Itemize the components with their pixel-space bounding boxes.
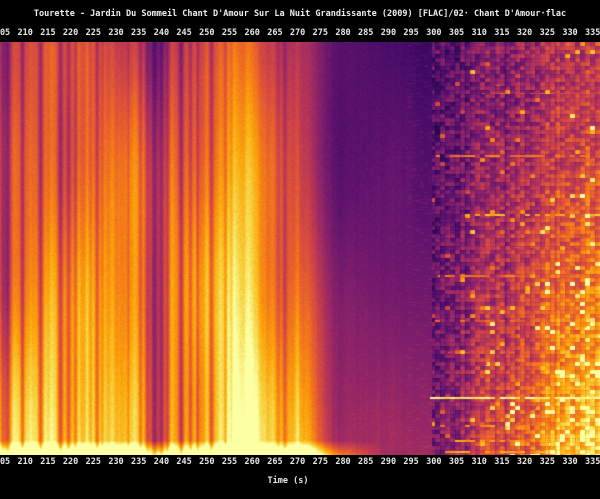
time-tick-label: 265 [267, 457, 282, 468]
time-tick-label: 305 [449, 28, 464, 39]
time-tick-label: 220 [63, 28, 78, 39]
time-tick-label: 270 [290, 28, 305, 39]
time-tick-label: 255 [222, 457, 237, 468]
time-tick-label: 245 [176, 28, 191, 39]
time-axis-top: 205 210 215 220 225 230 235 240 245 250 255 260 265 2… [0, 28, 600, 39]
time-tick-label: 330 [562, 457, 577, 468]
time-tick-label: 285 [358, 28, 373, 39]
time-tick-label: 275 [313, 28, 328, 39]
time-tick-label: 320 [517, 457, 532, 468]
time-tick-label: 205 [0, 28, 10, 39]
time-tick-label: 315 [494, 457, 509, 468]
time-tick-label: 300 [426, 457, 441, 468]
time-tick-label: 220 [63, 457, 78, 468]
time-tick-label: 325 [540, 28, 555, 39]
time-tick-label: 320 [517, 28, 532, 39]
time-tick-label: 250 [199, 28, 214, 39]
time-tick-label: 210 [18, 457, 33, 468]
time-tick-label: 250 [199, 457, 214, 468]
time-tick-label: 260 [245, 28, 260, 39]
time-tick-label: 240 [154, 457, 169, 468]
time-tick-label: 275 [313, 457, 328, 468]
time-tick-label: 215 [40, 28, 55, 39]
spectrogram-window: Tourette - Jardin Du Sommeil Chant D'Amo… [0, 0, 600, 499]
time-tick-label: 335 [585, 28, 600, 39]
time-tick-label: 215 [40, 457, 55, 468]
time-tick-label: 335 [585, 457, 600, 468]
time-tick-label: 235 [131, 457, 146, 468]
time-tick-label: 205 [0, 457, 10, 468]
time-tick-label: 280 [335, 28, 350, 39]
time-tick-label: 300 [426, 28, 441, 39]
time-tick-label: 240 [154, 28, 169, 39]
time-tick-label: 225 [86, 457, 101, 468]
time-tick-label: 290 [381, 28, 396, 39]
time-tick-label: 330 [562, 28, 577, 39]
time-tick-label: 245 [176, 457, 191, 468]
time-tick-label: 310 [472, 28, 487, 39]
time-tick-label: 325 [540, 457, 555, 468]
time-tick-label: 260 [245, 457, 260, 468]
time-tick-label: 255 [222, 28, 237, 39]
time-tick-label: 315 [494, 28, 509, 39]
time-tick-label: 265 [267, 28, 282, 39]
time-tick-label: 295 [403, 28, 418, 39]
time-tick-label: 210 [18, 28, 33, 39]
time-tick-label: 310 [472, 457, 487, 468]
time-tick-label: 270 [290, 457, 305, 468]
time-axis-bottom: 205 210 215 220 225 230 235 240 245 250 255 260 265 2… [0, 457, 600, 468]
window-title: Tourette - Jardin Du Sommeil Chant D'Amo… [0, 8, 600, 20]
time-tick-label: 230 [108, 457, 123, 468]
time-tick-label: 225 [86, 28, 101, 39]
time-tick-label: 230 [108, 28, 123, 39]
spectrogram-canvas [0, 42, 600, 455]
time-tick-label: 295 [403, 457, 418, 468]
time-tick-label: 305 [449, 457, 464, 468]
time-tick-label: 280 [335, 457, 350, 468]
time-tick-label: 285 [358, 457, 373, 468]
time-axis-unit-label: Time (s) [268, 476, 309, 486]
time-tick-label: 290 [381, 457, 396, 468]
time-tick-label: 235 [131, 28, 146, 39]
